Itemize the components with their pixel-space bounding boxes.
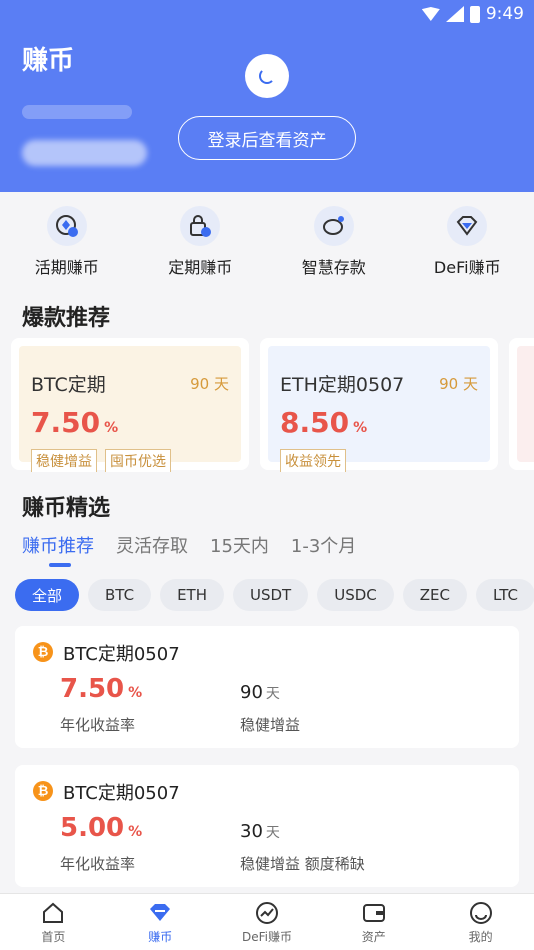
profile-icon	[469, 901, 492, 924]
page-title: 赚币	[22, 46, 75, 76]
asset-label-blurred	[22, 105, 132, 119]
product-card[interactable]: ₿ BTC定期0507 7.50% 年化收益率 90 天 稳健增益	[15, 626, 519, 748]
product-name: BTC定期0507	[63, 644, 180, 665]
tag: 稳健增益	[31, 449, 97, 472]
chip-usdt[interactable]: USDT	[233, 579, 309, 611]
product-rate: 7.50%	[60, 674, 143, 704]
hot-card-tags: 稳健增益 囤币优选	[31, 449, 171, 472]
hot-card-rate: 8.50%	[280, 406, 368, 439]
menu-label: 活期赚币	[34, 258, 99, 277]
product-rate-label: 年化收益率	[60, 855, 136, 873]
category-tabs: 赚币推荐 灵活存取 15天内 1-3个月	[22, 532, 356, 558]
menu-label: 智慧存款	[301, 258, 366, 277]
hot-section-title: 爆款推荐	[22, 306, 111, 331]
menu-item-flexible[interactable]: 活期赚币	[0, 192, 134, 288]
battery-icon	[469, 5, 480, 23]
hot-card-days: 90 天	[190, 375, 229, 393]
home-icon	[43, 902, 64, 923]
nav-earn[interactable]: 赚币	[107, 894, 214, 950]
nav-profile[interactable]: 我的	[427, 894, 534, 950]
header-banner: 9:49 赚币 登录后查看资产	[0, 0, 534, 192]
login-view-assets-button[interactable]: 登录后查看资产	[178, 116, 356, 160]
active-tab-indicator	[49, 563, 71, 567]
menu-item-smart-deposit[interactable]: 智慧存款	[267, 192, 401, 288]
menu-item-defi[interactable]: DeFi赚币	[401, 192, 534, 288]
defi-icon	[255, 901, 278, 924]
tab-recommend[interactable]: 赚币推荐	[22, 532, 94, 558]
btc-coin-icon: ₿	[33, 642, 53, 662]
quick-menu: 活期赚币 定期赚币 智慧存款 DeFi赚币	[0, 192, 534, 288]
chip-eth[interactable]: ETH	[160, 579, 224, 611]
wallet-icon	[362, 903, 385, 922]
loading-spinner	[245, 54, 289, 98]
tag: 囤币优选	[105, 449, 171, 472]
hot-card-days: 90 天	[439, 375, 478, 393]
nav-label: 我的	[468, 929, 493, 944]
spinner-icon	[259, 68, 275, 84]
product-name: BTC定期0507	[63, 783, 180, 804]
product-days: 90 天	[240, 682, 280, 703]
menu-item-fixed[interactable]: 定期赚币	[134, 192, 268, 288]
status-bar: 9:49	[421, 4, 524, 24]
chip-all[interactable]: 全部	[15, 579, 80, 611]
bottom-nav: 首页 赚币 DeFi赚币 资产 我的	[0, 893, 534, 950]
nav-home[interactable]: 首页	[0, 894, 107, 950]
menu-label: 定期赚币	[168, 258, 233, 277]
product-card[interactable]: ₿ BTC定期0507 5.00% 年化收益率 30 天 稳健增益 额度稀缺	[15, 765, 519, 887]
diamond-icon	[447, 206, 488, 246]
tab-1-3months[interactable]: 1-3个月	[291, 532, 356, 558]
coin-filter-chips: 全部 BTC ETH USDT USDC ZEC LTC	[15, 579, 534, 611]
signal-icon	[445, 6, 464, 22]
product-tags: 稳健增益 额度稀缺	[240, 855, 365, 873]
asset-value-blurred	[22, 140, 147, 166]
chip-usdc[interactable]: USDC	[317, 579, 394, 611]
hot-card-rate: 7.50%	[31, 406, 119, 439]
product-rate: 5.00%	[60, 813, 143, 843]
product-rate-label: 年化收益率	[60, 716, 136, 734]
hot-card-name: ETH定期0507	[280, 374, 405, 396]
lock-clock-icon	[180, 206, 221, 246]
hot-carousel[interactable]: BTC定期 90 天 7.50% 稳健增益 囤币优选 ETH定期0507 90 …	[0, 338, 534, 472]
nav-label: DeFi赚币	[241, 929, 292, 944]
hot-card[interactable]: ETH定期0507 90 天 8.50% 收益领先	[260, 338, 498, 472]
product-tags: 稳健增益	[240, 716, 301, 734]
hot-card[interactable]: BTC定期 90 天 7.50% 稳健增益 囤币优选	[11, 338, 249, 472]
chip-ltc[interactable]: LTC	[475, 579, 534, 611]
coin-icon	[46, 206, 87, 246]
nav-defi[interactable]: DeFi赚币	[214, 894, 321, 950]
tab-15days[interactable]: 15天内	[210, 532, 269, 558]
hot-card-name: BTC定期	[31, 374, 106, 396]
chip-btc[interactable]: BTC	[88, 579, 152, 611]
chip-zec[interactable]: ZEC	[402, 579, 467, 611]
nav-assets[interactable]: 资产	[320, 894, 427, 950]
nav-label: 赚币	[148, 929, 173, 944]
tab-flexible[interactable]: 灵活存取	[116, 532, 188, 558]
piggy-bank-icon	[313, 206, 354, 246]
product-days: 30 天	[240, 821, 280, 842]
hot-card-tags: 收益领先	[280, 449, 346, 472]
menu-label: DeFi赚币	[433, 258, 501, 277]
tag: 收益领先	[280, 449, 346, 472]
btc-coin-icon: ₿	[33, 781, 53, 801]
hot-card-peek[interactable]	[509, 338, 534, 470]
wifi-icon	[421, 7, 440, 21]
nav-label: 资产	[361, 929, 386, 944]
select-section-title: 赚币精选	[22, 496, 111, 521]
earn-icon	[150, 903, 171, 921]
status-time: 9:49	[485, 4, 524, 24]
nav-label: 首页	[41, 929, 66, 944]
